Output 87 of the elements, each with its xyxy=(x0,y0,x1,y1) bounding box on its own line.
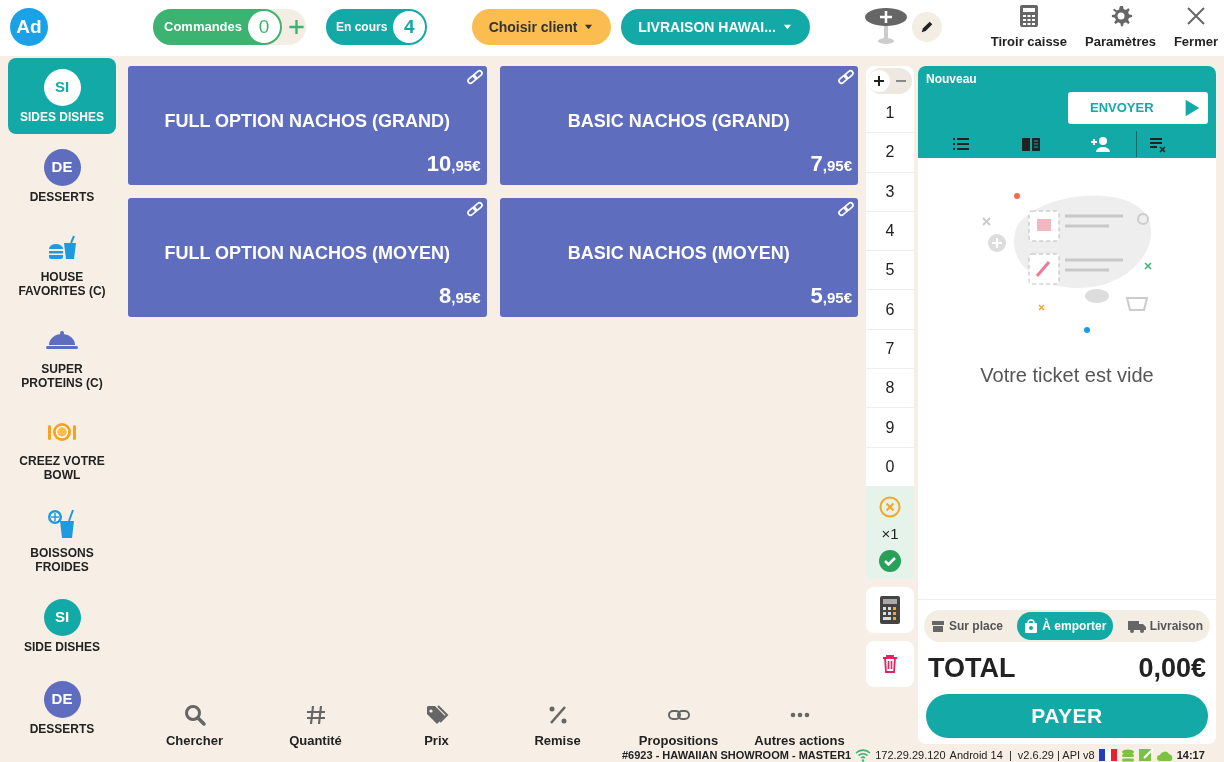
in-progress-count: 4 xyxy=(393,11,426,43)
toolbar-button[interactable]: Propositions xyxy=(618,692,739,750)
total-label: TOTAL xyxy=(928,651,1016,685)
ip-address: 172.29.29.120 xyxy=(875,748,946,762)
flag-icon xyxy=(1098,749,1117,761)
toolbar-button[interactable]: Autres actions xyxy=(739,692,860,750)
numpad-key[interactable]: 0 xyxy=(866,447,914,487)
category-tab[interactable]: BOISSONS FROIDES xyxy=(8,494,116,584)
initials-icon: DE xyxy=(43,680,81,718)
in-progress-label: En cours xyxy=(336,19,388,36)
clock-time: 14:17 xyxy=(1176,748,1205,762)
confirm-icon[interactable] xyxy=(878,549,902,574)
initials-icon: DE xyxy=(43,148,81,186)
toolbar-button[interactable]: Chercher xyxy=(134,692,255,750)
wifi-icon xyxy=(855,748,872,762)
product-tile[interactable]: FULL OPTION NACHOS (GRAND) 10,95€ xyxy=(128,66,487,185)
numpad-key[interactable]: 9 xyxy=(866,408,914,448)
category-tab[interactable]: SUPER PROTEINS (C) xyxy=(8,310,116,400)
toolbar-button[interactable]: Prix xyxy=(376,692,497,750)
category-tab[interactable]: HOUSE FAVORITES (C) xyxy=(8,218,116,308)
product-name: BASIC NACHOS (GRAND) xyxy=(567,110,790,133)
category-tab[interactable]: DE DESSERTS xyxy=(8,136,116,216)
header-action[interactable]: Tiroir caisse xyxy=(990,4,1068,52)
link-icon xyxy=(464,67,485,87)
product-name: BASIC NACHOS (MOYEN) xyxy=(567,242,790,265)
header-action[interactable]: Fermer xyxy=(1173,4,1218,52)
order-type-tab[interactable]: Sur place xyxy=(924,611,1011,640)
product-tile[interactable]: BASIC NACHOS (MOYEN) 5,95€ xyxy=(499,198,858,317)
numpad-key[interactable]: 8 xyxy=(866,369,914,409)
link-icon xyxy=(836,199,856,219)
initials-icon: SI xyxy=(43,68,81,106)
plate-icon xyxy=(46,422,78,442)
shop-icon xyxy=(931,618,945,633)
initials-icon: SI xyxy=(43,598,81,636)
product-tile[interactable]: FULL OPTION NACHOS (MOYEN) 8,95€ xyxy=(128,198,487,317)
client-dropdown[interactable]: Choisir client xyxy=(472,9,611,45)
product-price: 5,95€ xyxy=(810,282,853,310)
edit-button[interactable] xyxy=(912,12,942,42)
search-icon xyxy=(182,702,207,727)
numpad-key[interactable]: 1 xyxy=(866,94,914,134)
truck-icon xyxy=(1127,618,1146,633)
orders-label: Commandes xyxy=(164,18,243,37)
calculator-button[interactable] xyxy=(866,587,914,634)
sign-toggle[interactable] xyxy=(868,70,890,92)
toolbar-button[interactable]: Remise xyxy=(497,692,618,750)
product-price: 7,95€ xyxy=(810,150,853,178)
product-name: FULL OPTION NACHOS (MOYEN) xyxy=(164,242,451,265)
product-price: 8,95€ xyxy=(439,282,482,310)
product-tile[interactable]: BASIC NACHOS (GRAND) 7,95€ xyxy=(499,66,858,185)
total-amount: 0,00€ xyxy=(1138,651,1206,685)
numpad-key[interactable]: 6 xyxy=(866,290,914,330)
numpad-key[interactable]: 4 xyxy=(866,211,914,252)
plus-icon xyxy=(873,75,885,87)
version-info: Android 14 | v2.6.29 | API v8 xyxy=(949,748,1095,762)
minus-icon xyxy=(895,80,907,82)
multiplier-label: ×1 xyxy=(881,523,899,544)
numpad-key[interactable]: 2 xyxy=(866,133,914,173)
note-icon xyxy=(1138,748,1153,762)
tags-icon xyxy=(424,702,449,727)
empty-ticket-message: Votre ticket est vide xyxy=(980,363,1154,388)
pencil-icon xyxy=(919,19,935,35)
toolbar-button[interactable]: Quantité xyxy=(255,692,376,750)
delete-button[interactable] xyxy=(866,641,914,688)
product-price: 10,95€ xyxy=(426,150,482,178)
link-icon xyxy=(666,709,691,720)
category-tab[interactable]: DE DESSERTS xyxy=(8,668,116,748)
database-icon xyxy=(1120,748,1135,762)
numpad-key[interactable]: 7 xyxy=(866,329,914,370)
category-tab[interactable]: CREEZ VOTRE BOWL xyxy=(8,402,116,492)
bag-icon xyxy=(1024,618,1039,633)
numpad-key[interactable]: 3 xyxy=(866,172,914,212)
product-name: FULL OPTION NACHOS (GRAND) xyxy=(164,110,451,133)
category-tab[interactable]: SI SIDE DISHES xyxy=(8,586,116,666)
burger-drink-icon xyxy=(47,235,77,261)
header-action[interactable]: Paramètres xyxy=(1085,4,1156,52)
terminal-name: #6923 - HAWAIIAN SHOWROOM - MASTER1 xyxy=(622,748,852,762)
orders-count: 0 xyxy=(248,11,281,43)
numpad-key[interactable]: 5 xyxy=(866,251,914,291)
cloche-icon xyxy=(46,329,78,351)
link-icon xyxy=(464,199,485,219)
trash-icon xyxy=(880,653,900,676)
order-type-tab[interactable]: Livraison xyxy=(1120,611,1210,640)
calculator-icon xyxy=(878,595,902,626)
lemonade-icon xyxy=(47,509,77,539)
table-add-icon[interactable] xyxy=(864,7,908,45)
link-icon xyxy=(836,67,856,87)
ticket-title: Nouveau xyxy=(926,71,978,88)
